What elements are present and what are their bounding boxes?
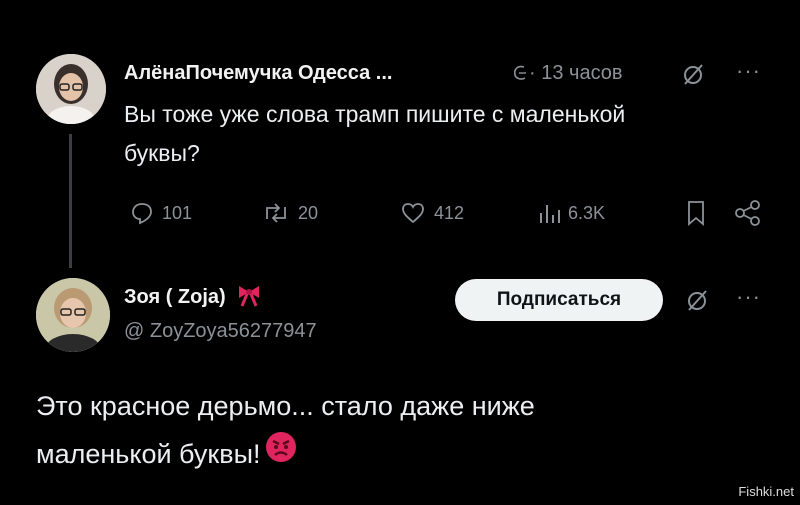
reply-text-line1: Вы тоже уже слова трамп пишите с маленьк…	[124, 101, 626, 127]
reply-grok-slash-icon[interactable]	[680, 61, 706, 92]
like-button[interactable]: 412	[400, 201, 464, 225]
post-text-line2-row: маленькой буквы!	[36, 430, 298, 477]
follow-button[interactable]: Подписаться	[455, 279, 663, 321]
post-text-line2: маленькой буквы!	[36, 438, 261, 469]
reply-author-name[interactable]: АлёнаПочемучка Одесса ...	[124, 62, 392, 85]
repost-count: 20	[298, 202, 319, 223]
bookmark-icon[interactable]	[686, 200, 706, 231]
reply-more-dots-icon[interactable]: ···	[736, 58, 761, 84]
reply-text-line2: буквы?	[124, 140, 200, 166]
reply-count: 101	[162, 202, 193, 223]
watermark-label: Fishki.net	[738, 484, 794, 499]
views-count: 6.3K	[568, 202, 606, 223]
reply-avatar-image	[36, 54, 106, 124]
repost-button[interactable]: 20	[262, 201, 318, 225]
post-more-dots-icon[interactable]: ···	[736, 284, 761, 310]
reply-button[interactable]: 101	[130, 201, 192, 225]
post-author-name[interactable]: Зоя ( Zoja)	[124, 286, 226, 309]
post-author-handle[interactable]: @ ZoyZoya56277947	[124, 320, 317, 343]
reply-timestamp[interactable]: · 13 часов	[529, 62, 623, 85]
repost-icon	[266, 203, 286, 223]
red-bow-emoji	[236, 282, 262, 313]
angry-face-emoji	[264, 430, 298, 477]
share-icon[interactable]	[734, 199, 762, 232]
reply-author-avatar[interactable]	[36, 54, 106, 124]
bar-chart-icon	[540, 205, 560, 223]
thread-connector-line	[69, 134, 72, 268]
heart-icon	[402, 203, 424, 224]
post-grok-slash-icon[interactable]	[684, 287, 710, 318]
post-avatar-image	[36, 278, 110, 352]
grok-icon[interactable]	[512, 63, 528, 88]
speech-bubble-icon	[132, 203, 152, 225]
post-author-avatar[interactable]	[36, 278, 110, 352]
like-count: 412	[434, 202, 465, 223]
post-text-line1: Это красное дерьмо... стало даже ниже	[36, 391, 535, 421]
post-author-row: Зоя ( Zoja)	[124, 282, 262, 313]
views-button[interactable]: 6.3K	[538, 201, 605, 225]
